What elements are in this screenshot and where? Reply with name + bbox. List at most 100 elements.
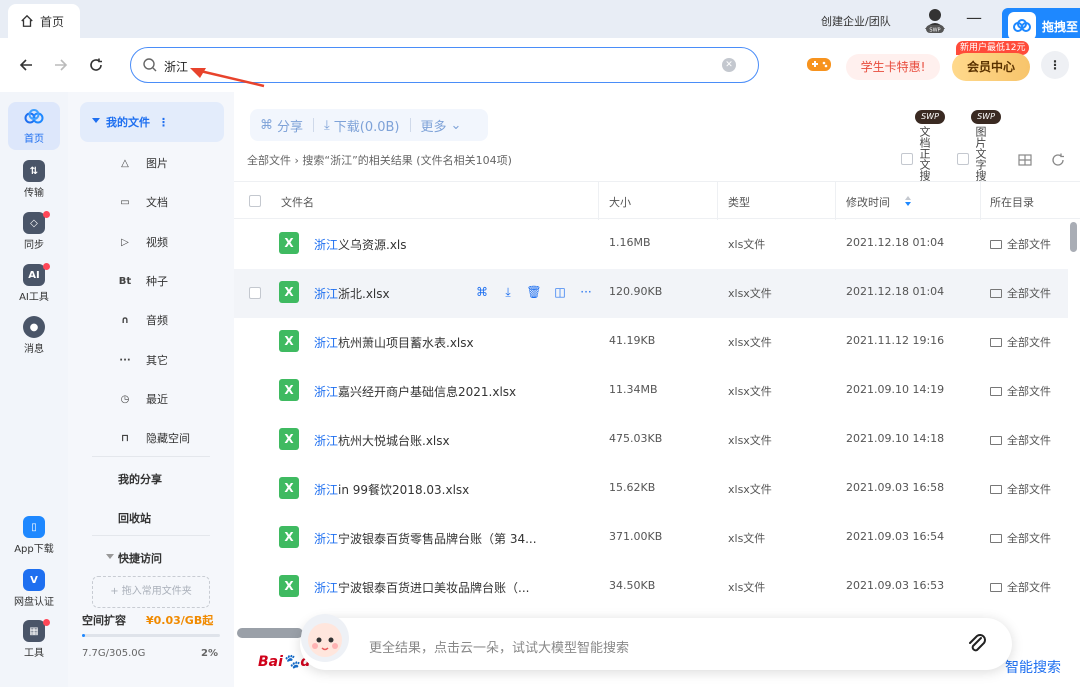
document-icon: ▭ [120,196,130,208]
back-button[interactable] [17,56,35,74]
file-name-highlight: 浙江 [314,287,339,301]
file-modified: 2021.11.12 19:16 [846,334,945,347]
quick-access-header[interactable]: 快捷访问 [118,550,162,566]
sidebar-item-torrents[interactable]: Bt 种子 [118,273,168,289]
table-row[interactable]: X 浙江杭州萧山项目蓄水表.xlsx 41.19KB xlsx文件 2021.1… [234,318,1068,367]
space-expand-label: 空间扩容 [82,614,126,627]
share-button[interactable]: ⌘ 分享 [260,116,303,135]
file-name[interactable]: 浙江杭州大悦城台账.xlsx [314,432,450,449]
table-row[interactable]: X 浙江义乌资源.xls 1.16MB xls文件 2021.12.18 01:… [234,220,1068,269]
tab-home[interactable]: 首页 [8,4,80,38]
cloud-mascot-icon[interactable] [296,608,354,670]
table-row[interactable]: X 浙江杭州大悦城台账.xlsx 475.03KB xlsx文件 2021.09… [234,416,1068,465]
sidebar-item-other[interactable]: ··· 其它 [118,352,168,368]
download-icon[interactable]: ⤓ [500,284,516,300]
doc-text-search-checkbox[interactable] [901,153,913,165]
sidebar-item-recent[interactable]: ◷ 最近 [118,391,168,407]
file-directory-label: 全部文件 [1007,238,1051,251]
scrollbar-thumb[interactable] [1070,222,1077,252]
file-directory-link[interactable]: 全部文件 [990,236,1051,252]
file-name[interactable]: 浙江杭州萧山项目蓄水表.xlsx [314,334,474,351]
sort-desc-icon[interactable] [904,194,912,208]
more-button[interactable]: 更多 ⌄ [421,116,462,135]
download-button[interactable]: ⤓ 下载(0.0B) [324,116,400,135]
rail-item-verify[interactable]: V 网盘认证 [8,565,60,613]
file-directory-link[interactable]: 全部文件 [990,481,1051,497]
my-share-link[interactable]: 我的分享 [118,471,162,487]
rail-item-ai-tools[interactable]: AI AI工具 [8,260,60,308]
avatar[interactable]: SWP [920,5,950,35]
sidebar-item-images[interactable]: △ 图片 [118,155,168,171]
rail-item-transfer[interactable]: ⇅ 传输 [8,156,60,204]
collapse-triangle-icon[interactable] [106,554,114,559]
table-row[interactable]: X 浙江宁波银泰百货进口美妆品牌台账（... 34.50KB xls文件 202… [234,563,1068,612]
phone-icon: ▯ [23,516,45,538]
student-card-button[interactable]: 学生卡特惠! [846,54,940,80]
vertical-dots-icon[interactable]: ⋮ [158,116,169,129]
sidebar-item-documents[interactable]: ▭ 文档 [118,194,168,210]
file-directory-link[interactable]: 全部文件 [990,530,1051,546]
file-directory-link[interactable]: 全部文件 [990,579,1051,595]
sidebar-item-hidden-space[interactable]: ⊓ 隐藏空间 [118,430,190,446]
more-menu-button[interactable]: ⋮ [1041,51,1069,79]
file-directory-link[interactable]: 全部文件 [990,334,1051,350]
column-divider[interactable] [980,182,981,220]
file-name[interactable]: 浙江浙北.xlsx [314,285,390,302]
gamepad-icon[interactable] [806,54,832,74]
column-header-modified[interactable]: 修改时间 [846,194,890,210]
column-header-name[interactable]: 文件名 [281,194,314,210]
row-checkbox[interactable] [249,287,261,299]
forward-button[interactable] [52,56,70,74]
file-directory-link[interactable]: 全部文件 [990,432,1051,448]
tab-label: 首页 [40,14,65,29]
rail-item-home[interactable]: 首页 [8,102,60,150]
column-header-directory[interactable]: 所在目录 [990,194,1034,210]
table-row[interactable]: X 浙江宁波银泰百货零售品牌台账（第 34... 371.00KB xls文件 … [234,514,1068,563]
rail-item-messages[interactable]: ● 消息 [8,312,60,360]
space-expand-price-link[interactable]: ¥0.03/GB起 [146,612,213,628]
clear-search-icon[interactable]: ✕ [722,58,736,72]
torrent-icon: Bt [118,275,132,287]
column-divider[interactable] [717,182,718,220]
rail-item-app-download[interactable]: ▯ App下载 [8,512,60,560]
file-name[interactable]: 浙江in 99餐饮2018.03.xlsx [314,481,469,498]
file-name[interactable]: 浙江嘉兴经开商户基础信息2021.xlsx [314,383,516,400]
column-divider[interactable] [598,182,599,220]
grid-view-icon[interactable] [1018,153,1032,167]
sidebar-item-videos[interactable]: ▷ 视频 [118,234,168,250]
more-actions-icon[interactable]: ··· [578,284,594,300]
table-row[interactable]: X 浙江in 99餐饮2018.03.xlsx 15.62KB xlsx文件 2… [234,465,1068,514]
rail-item-tools[interactable]: ▦ 工具 [8,616,60,664]
horizontal-scrollbar[interactable] [237,628,303,638]
my-files-header[interactable]: 我的文件 ⋮ [80,102,224,142]
ai-search-link[interactable]: 智能搜索 [1005,657,1061,677]
folder-icon [990,583,1002,592]
refresh-button[interactable] [87,56,105,74]
delete-icon[interactable]: 🗑 [526,284,542,300]
nav-bar: 浙江 ✕ 学生卡特惠! 新用户最低12元 会员中心 ⋮ [0,38,1080,92]
column-divider[interactable] [835,182,836,220]
recycle-bin-link[interactable]: 回收站 [118,510,151,526]
home-icon [21,14,33,27]
sidebar-item-audio[interactable]: ∩ 音频 [118,312,168,328]
preview-icon[interactable]: ◫ [552,284,568,300]
rail-item-sync[interactable]: ◇ 同步 [8,208,60,256]
file-directory-link[interactable]: 全部文件 [990,285,1051,301]
refresh-icon[interactable] [1051,153,1065,167]
minimize-button[interactable]: — [966,8,982,27]
vip-center-button[interactable]: 会员中心 [952,53,1030,81]
file-name[interactable]: 浙江义乌资源.xls [314,236,407,253]
image-text-search-checkbox[interactable] [957,153,969,165]
table-row[interactable]: X 浙江浙北.xlsx ⌘ ⤓ 🗑 ◫ ··· 120.90KB xlsx文件 … [234,269,1068,318]
column-header-type[interactable]: 类型 [728,194,750,210]
column-header-size[interactable]: 大小 [609,194,631,210]
file-directory-link[interactable]: 全部文件 [990,383,1051,399]
select-all-checkbox[interactable] [249,195,261,207]
paperclip-icon[interactable] [966,632,988,654]
table-row[interactable]: X 浙江嘉兴经开商户基础信息2021.xlsx 11.34MB xlsx文件 2… [234,367,1068,416]
file-name[interactable]: 浙江宁波银泰百货零售品牌台账（第 34... [314,530,537,547]
pin-folder-dropzone[interactable]: + 拖入常用文件夹 [92,576,210,608]
file-name[interactable]: 浙江宁波银泰百货进口美妆品牌台账（... [314,579,529,596]
create-team-link[interactable]: 创建企业/团队 [821,13,891,29]
share-icon[interactable]: ⌘ [474,284,490,300]
